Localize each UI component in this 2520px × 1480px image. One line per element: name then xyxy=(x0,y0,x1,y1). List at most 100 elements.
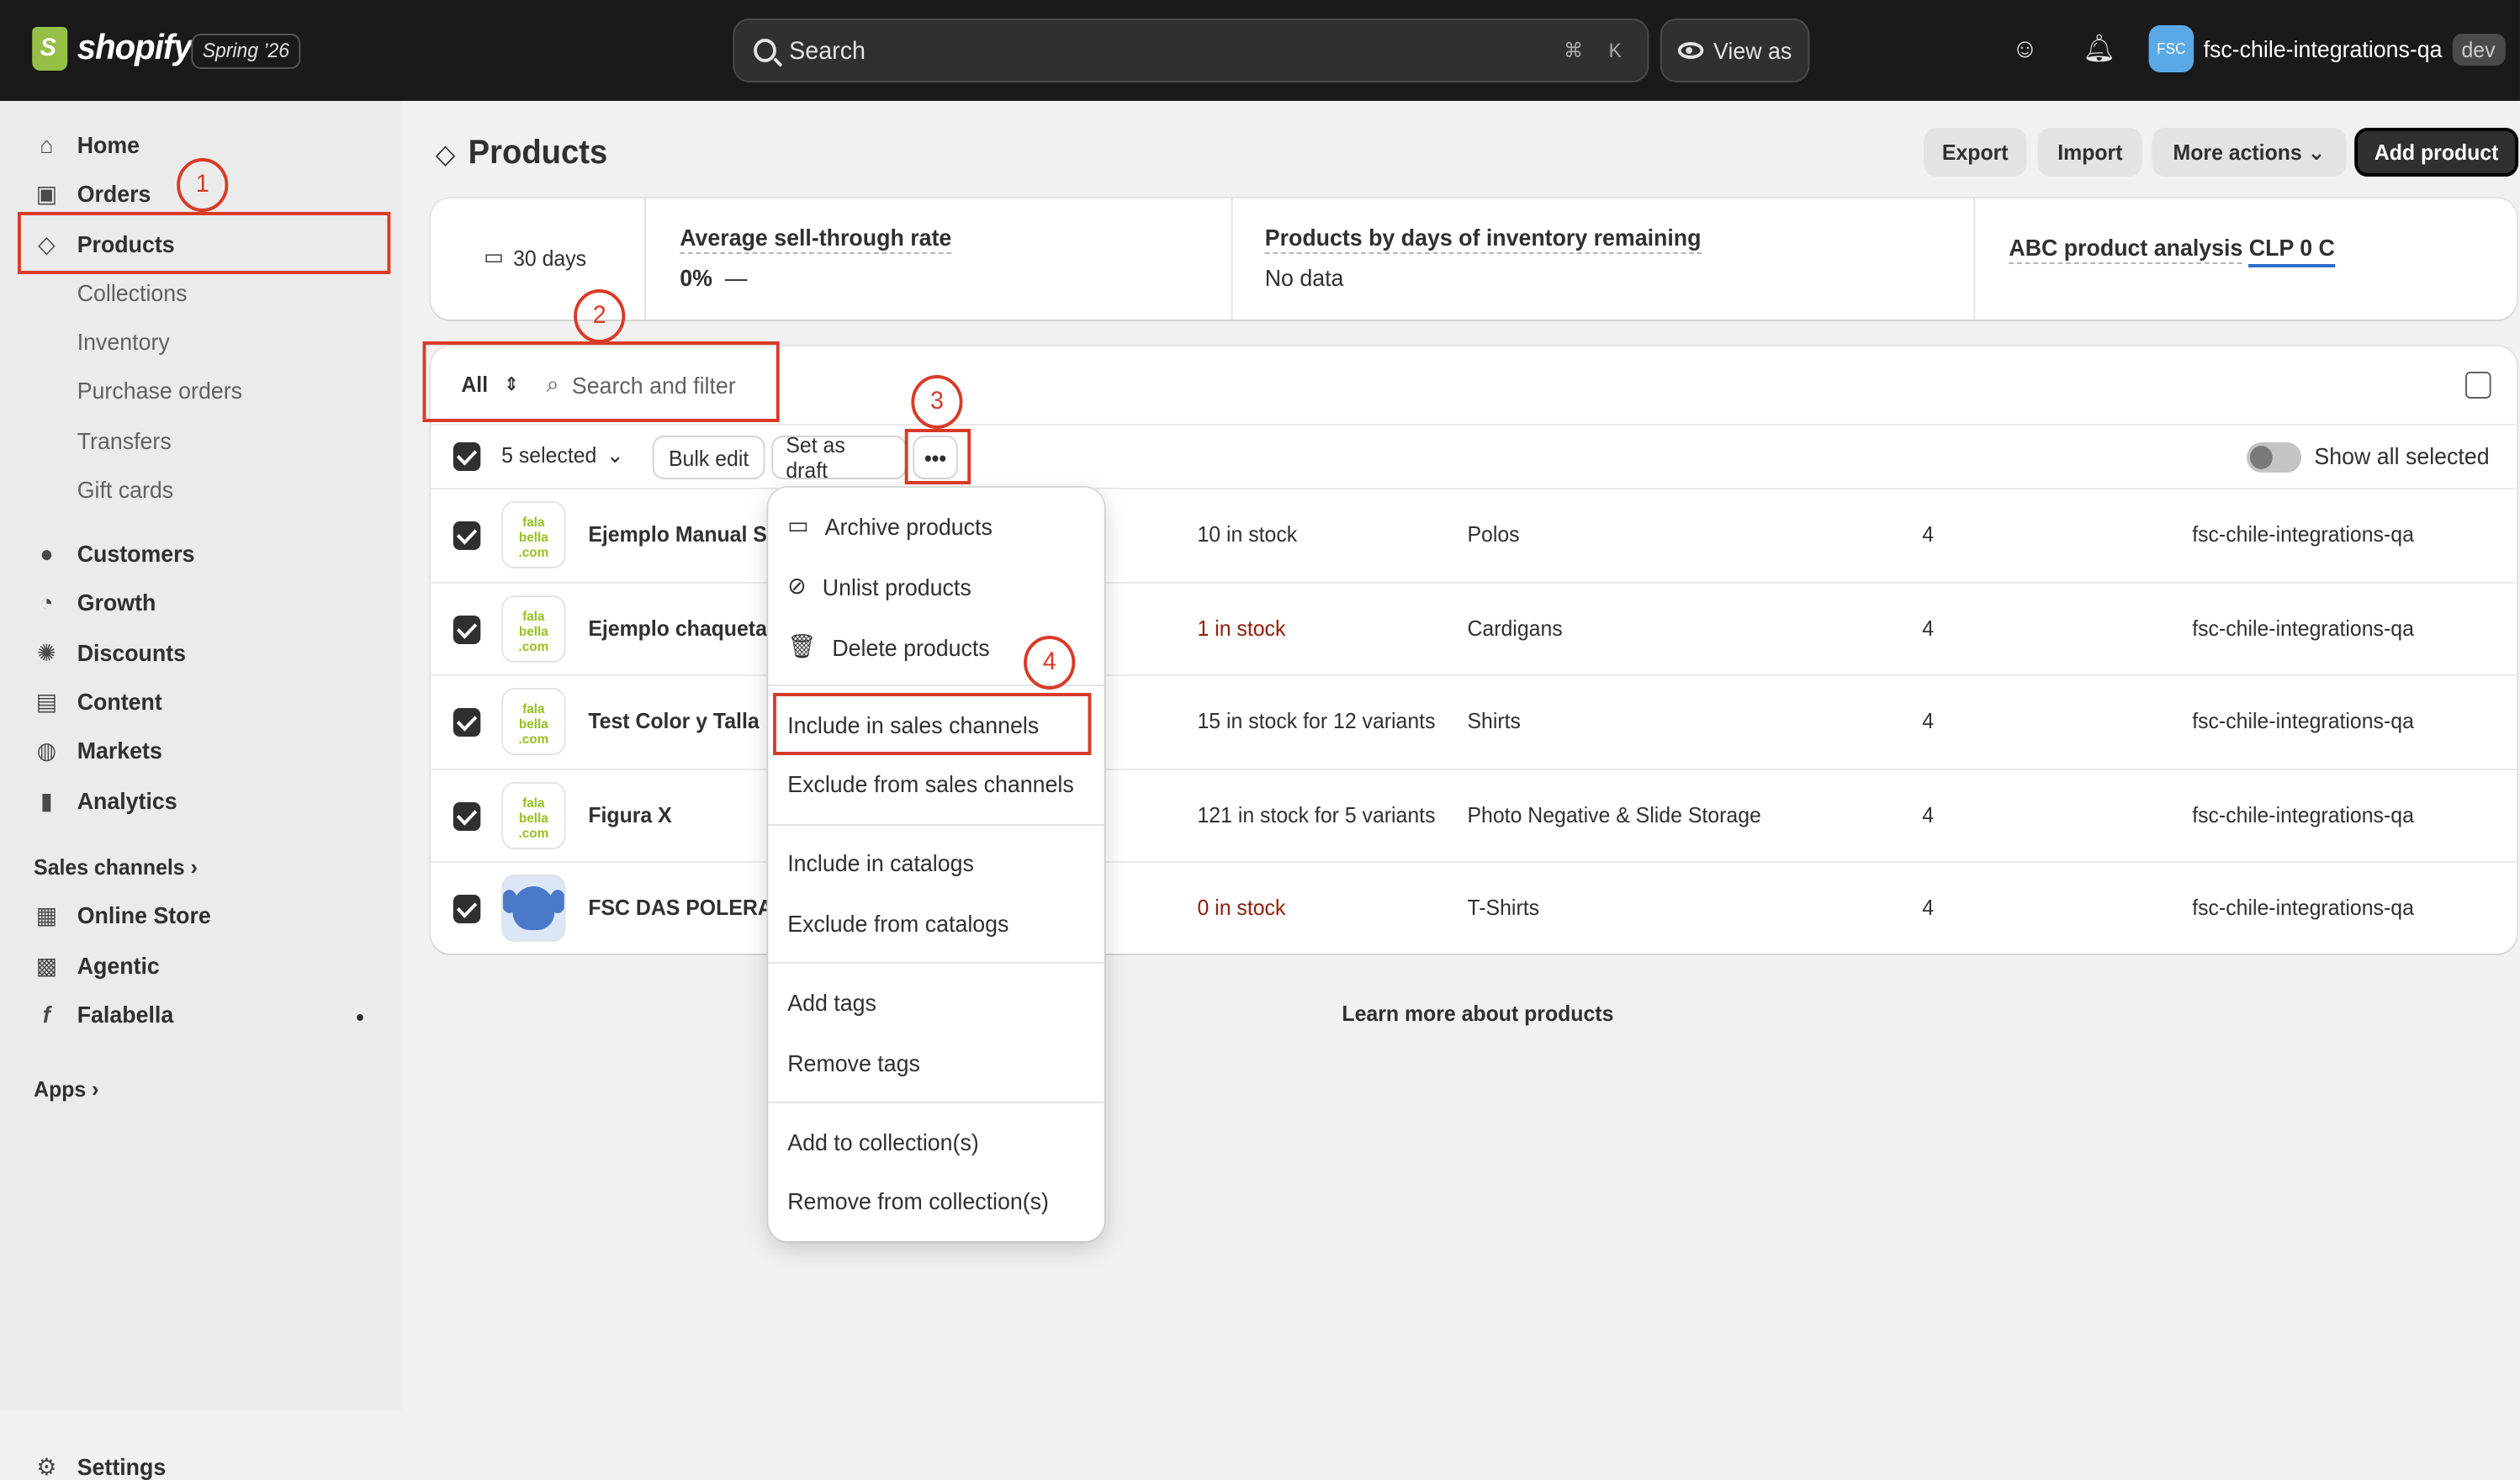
globe-icon: ◍ xyxy=(36,737,57,764)
product-thumbnail: fala bella .com xyxy=(501,501,566,568)
row-checkbox[interactable] xyxy=(453,802,481,831)
view-as-button[interactable]: View as xyxy=(1660,18,1810,82)
status-dot xyxy=(357,1014,363,1021)
sidebar-item-online-store[interactable]: ▦ Online Store xyxy=(34,901,211,928)
inbox-icon: ▣ xyxy=(35,180,58,207)
bell-icon[interactable]: 🔔︎ xyxy=(2083,34,2115,67)
store-icon: ▦ xyxy=(35,901,58,928)
annotation-box-include-channels xyxy=(773,693,1092,755)
selected-count[interactable]: 5 selected ⌄ xyxy=(501,442,624,469)
sidebar-item-analytics[interactable]: ▮ Analytics xyxy=(34,787,177,814)
row-checkbox[interactable] xyxy=(453,708,481,737)
table-row[interactable]: fala bella .com Test Color y Talla 15 in sto… xyxy=(431,674,2517,767)
sidebar-item-agentic[interactable]: ▩ Agentic xyxy=(34,952,160,979)
sales-channels-heading[interactable]: Sales channels › xyxy=(34,854,198,880)
thumb-text: fala xyxy=(522,609,545,624)
remove-tags-item[interactable]: Remove tags xyxy=(787,1049,920,1076)
sidebar-item-discounts[interactable]: ✺ Discounts xyxy=(34,639,186,666)
page-title: ◇ Products xyxy=(436,135,607,173)
search-shortcut: ⌘ K xyxy=(1557,34,1631,67)
metric-trend: — xyxy=(724,264,748,291)
date-range-label: 30 days xyxy=(513,245,587,270)
edition-badge: Spring ’26 xyxy=(191,34,301,69)
sidebar-item-label: Content xyxy=(77,688,162,715)
table-row[interactable]: fala bella .com Ejemplo chaqueta 1 in stock C… xyxy=(431,582,2517,674)
menu-divider xyxy=(768,1102,1104,1103)
sidebar-item-growth[interactable]: ◔ Growth xyxy=(34,589,156,616)
thumb-text: bella xyxy=(518,716,548,732)
add-to-collection-item[interactable]: Add to collection(s) xyxy=(787,1128,978,1155)
sidebar-item-transfers[interactable]: Transfers xyxy=(77,427,172,454)
sidebar-item-home[interactable]: ⌂ Home xyxy=(34,131,140,158)
product-vendor: fsc-chile-integrations-qa xyxy=(2192,521,2414,547)
sidebar-item-customers[interactable]: ● Customers xyxy=(34,540,194,567)
columns-icon[interactable] xyxy=(2465,372,2491,399)
menu-item-label: Archive products xyxy=(824,512,993,539)
metric-number: 0% xyxy=(680,264,712,291)
trash-icon: 🗑︎ xyxy=(787,632,817,659)
global-search[interactable]: Search ⌘ K xyxy=(733,18,1649,82)
sidebar-item-purchase-orders[interactable]: Purchase orders xyxy=(77,377,242,404)
include-catalogs-item[interactable]: Include in catalogs xyxy=(787,849,974,876)
falabella-icon: f xyxy=(42,1001,50,1028)
import-button[interactable]: Import xyxy=(2037,128,2142,177)
sidebar-item-content[interactable]: ▤ Content xyxy=(34,688,162,715)
table-row[interactable]: fala bella .com Ejemplo Manual Sh 10 in stoc… xyxy=(431,488,2517,580)
add-product-button[interactable]: Add product xyxy=(2354,128,2519,177)
more-actions-button[interactable]: More actions ⌄ xyxy=(2152,128,2347,177)
metric-abc-analysis[interactable]: ABC product analysis CLP 0 C xyxy=(2009,224,2335,345)
product-thumbnail xyxy=(501,875,566,942)
sidebar-item-settings[interactable]: ⚙ Settings xyxy=(34,1453,166,1480)
annotation-number: 3 xyxy=(911,375,963,429)
sidebar-item-markets[interactable]: ◍ Markets xyxy=(34,737,162,764)
product-name[interactable]: Figura X xyxy=(588,802,671,827)
row-checkbox[interactable] xyxy=(453,521,481,550)
remove-from-collection-item[interactable]: Remove from collection(s) xyxy=(787,1187,1049,1214)
product-markets: 4 xyxy=(1922,616,1935,641)
chevron-down-icon: ⌄ xyxy=(606,442,624,468)
exclude-sales-channels-item[interactable]: Exclude from sales channels xyxy=(787,770,1073,797)
gauge-icon: ◔ xyxy=(40,589,54,616)
archive-products-item[interactable]: ▭ Archive products xyxy=(787,511,993,540)
product-markets: 4 xyxy=(1922,521,1935,547)
sidebar-item-gift-cards[interactable]: Gift cards xyxy=(77,476,173,503)
product-name[interactable]: Ejemplo Manual Sh xyxy=(588,521,780,547)
sidebar-item-orders[interactable]: ▣ Orders xyxy=(34,180,151,207)
add-tags-item[interactable]: Add tags xyxy=(787,989,876,1016)
metric-sell-through[interactable]: Average sell-through rate 0% — xyxy=(680,224,952,345)
row-checkbox[interactable] xyxy=(453,895,481,923)
menu-item-label: Unlist products xyxy=(822,573,971,600)
product-name[interactable]: FSC DAS POLERA xyxy=(588,895,772,920)
row-checkbox[interactable] xyxy=(453,616,481,644)
apps-heading[interactable]: Apps › xyxy=(34,1076,98,1102)
sidekick-icon[interactable]: ☺ xyxy=(2009,34,2041,67)
table-row[interactable]: fala bella .com Figura X 121 in stock for 5 … xyxy=(431,769,2517,861)
sidebar-item-label: Home xyxy=(77,131,140,158)
exclude-catalogs-item[interactable]: Exclude from catalogs xyxy=(787,910,1009,937)
table-row[interactable]: FSC DAS POLERA 0 in stock T-Shirts 4 fsc-chi… xyxy=(431,861,2517,954)
delete-products-item[interactable]: 🗑︎ Delete products xyxy=(787,632,989,661)
section-label: Sales channels xyxy=(34,854,185,880)
date-range-picker[interactable]: ▭ 30 days xyxy=(484,244,586,271)
bulk-actions-menu: ▭ Archive products ⊘ Unlist products 🗑︎ Del… xyxy=(768,488,1104,1241)
sidebar-item-collections[interactable]: Collections xyxy=(77,279,188,306)
export-button[interactable]: Export xyxy=(1924,128,2027,177)
show-all-selected-toggle[interactable] xyxy=(2247,442,2302,473)
product-name[interactable]: Ejemplo chaqueta xyxy=(588,616,767,641)
store-switcher[interactable]: FSC fsc-chile-integrations-qa dev xyxy=(2148,25,2506,72)
sidebar-item-falabella[interactable]: f Falabella xyxy=(34,1001,173,1028)
shopify-logo[interactable]: shopify xyxy=(32,27,193,71)
sidebar-item-inventory[interactable]: Inventory xyxy=(77,328,170,355)
learn-more-link[interactable]: Learn more about products xyxy=(1342,1001,1613,1026)
thumb-text: fala xyxy=(522,515,545,530)
set-as-draft-button[interactable]: Set as draft xyxy=(771,432,907,483)
product-name[interactable]: Test Color y Talla xyxy=(588,708,759,733)
select-all-checkbox[interactable] xyxy=(453,442,481,471)
bulk-edit-button[interactable]: Bulk edit xyxy=(652,436,765,479)
sidebar-item-label: Markets xyxy=(77,737,162,764)
product-inventory: 0 in stock xyxy=(1197,895,1286,920)
metric-value: 0% — xyxy=(680,264,951,291)
unlist-products-item[interactable]: ⊘ Unlist products xyxy=(787,572,971,600)
metric-days-inventory[interactable]: Products by days of inventory remaining … xyxy=(1264,224,1702,345)
command-key: ⌘ xyxy=(1564,39,1584,62)
